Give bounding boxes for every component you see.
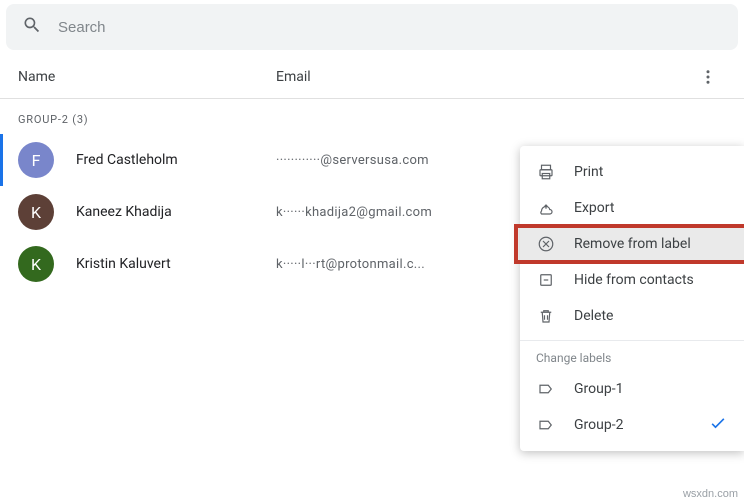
print-icon xyxy=(536,163,556,181)
hide-icon xyxy=(536,271,556,289)
column-headers: Name Email xyxy=(0,50,744,99)
avatar: K xyxy=(18,194,54,230)
watermark: wsxdn.com xyxy=(683,488,738,500)
search-bar[interactable] xyxy=(6,4,738,50)
contact-name: Fred Castleholm xyxy=(76,152,276,168)
menu-item-export[interactable]: Export xyxy=(520,190,744,226)
remove-icon xyxy=(536,235,556,253)
menu-item-delete[interactable]: Delete xyxy=(520,298,744,334)
export-icon xyxy=(536,199,556,217)
menu-item-print[interactable]: Print xyxy=(520,154,744,190)
context-menu: Print Export Remove from label Hide from… xyxy=(520,146,744,451)
overflow-menu-button[interactable] xyxy=(688,68,728,86)
menu-label: Group-2 xyxy=(574,417,623,433)
avatar: K xyxy=(18,246,54,282)
menu-section-label: Change labels xyxy=(520,340,744,371)
menu-item-label-group1[interactable]: Group-1 xyxy=(520,371,744,407)
label-icon xyxy=(536,416,556,434)
menu-label: Hide from contacts xyxy=(574,272,694,288)
trash-icon xyxy=(536,307,556,325)
search-icon xyxy=(22,15,58,39)
search-input[interactable] xyxy=(58,19,722,36)
menu-label: Delete xyxy=(574,308,613,324)
contact-name: Kristin Kaluvert xyxy=(76,256,276,272)
header-email: Email xyxy=(276,69,688,85)
group-header: GROUP-2 (3) xyxy=(0,99,744,134)
menu-label: Remove from label xyxy=(574,236,691,252)
contact-name: Kaneez Khadija xyxy=(76,204,276,220)
menu-item-remove-from-label[interactable]: Remove from label xyxy=(520,226,744,262)
menu-label: Export xyxy=(574,200,614,216)
header-name: Name xyxy=(16,69,276,85)
check-icon xyxy=(708,413,728,437)
menu-item-label-group2[interactable]: Group-2 xyxy=(520,407,744,443)
menu-label: Print xyxy=(574,164,603,180)
avatar: F xyxy=(18,142,54,178)
menu-item-hide[interactable]: Hide from contacts xyxy=(520,262,744,298)
label-icon xyxy=(536,380,556,398)
menu-label: Group-1 xyxy=(574,381,623,397)
